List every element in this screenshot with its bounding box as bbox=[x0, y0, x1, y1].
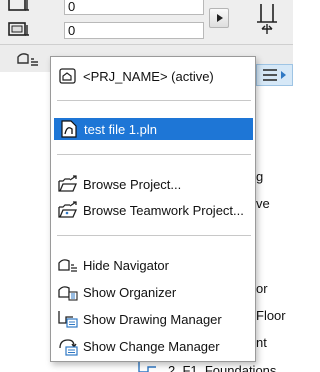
tree-item-fragment: or bbox=[256, 281, 268, 296]
menu-item-label: Show Drawing Manager bbox=[83, 311, 222, 327]
tree-item-fragment: Floor bbox=[256, 308, 286, 323]
menu-item-label: Browse Teamwork Project... bbox=[83, 202, 244, 218]
menu-item-label: Show Change Manager bbox=[83, 338, 220, 354]
menu-item-show-organizer[interactable]: Show Organizer bbox=[53, 281, 253, 303]
menu-item-label: test file 1.pln bbox=[84, 121, 157, 137]
organizer-icon bbox=[58, 286, 78, 301]
menu-item-hide-navigator[interactable]: Hide Navigator bbox=[53, 254, 253, 276]
play-arrow-icon bbox=[217, 14, 223, 22]
tree-item-story: 2. F1. Foundations bbox=[168, 363, 277, 372]
tree-item-fragment: nt bbox=[256, 335, 267, 350]
open-teamwork-folder-icon bbox=[58, 201, 77, 218]
menu-item-label: Browse Project... bbox=[83, 176, 182, 192]
drawing-manager-icon bbox=[58, 311, 78, 328]
menu-item-browse-project[interactable]: Browse Project... bbox=[53, 173, 253, 195]
expand-button[interactable] bbox=[209, 8, 229, 28]
tree-item-fragment: ve bbox=[256, 196, 270, 211]
menu-separator bbox=[57, 100, 251, 101]
menu-item-test-file[interactable]: test file 1.pln bbox=[54, 118, 253, 140]
menu-separator bbox=[57, 235, 251, 236]
menu-item-browse-teamwork[interactable]: Browse Teamwork Project... bbox=[53, 199, 253, 221]
menu-separator bbox=[57, 154, 251, 155]
plan-file-icon bbox=[61, 120, 77, 138]
menu-item-label: Show Organizer bbox=[83, 284, 177, 300]
view-options-button[interactable] bbox=[256, 64, 293, 86]
tree-item-fragment: g bbox=[256, 169, 264, 184]
layer-icon bbox=[8, 0, 29, 11]
project-popup-menu: <PRJ_NAME> (active) test file 1.pln Brow… bbox=[50, 56, 256, 362]
menu-item-show-change-manager[interactable]: Show Change Manager bbox=[53, 335, 253, 357]
elevation-icon bbox=[8, 22, 29, 36]
toolbar: 0 0 bbox=[0, 0, 293, 45]
navigator-icon bbox=[58, 259, 77, 272]
list-menu-icon bbox=[263, 69, 286, 81]
offset-bottom-field[interactable]: 0 bbox=[64, 22, 204, 39]
navigator-toggle-icon[interactable] bbox=[14, 49, 44, 69]
menu-item-label: <PRJ_NAME> (active) bbox=[83, 68, 214, 84]
application-window: 0 0 g ve or Floor nt 2. F1. Foundations bbox=[0, 0, 293, 372]
project-house-icon bbox=[59, 68, 76, 84]
change-manager-icon bbox=[59, 339, 78, 356]
menu-item-show-drawing-manager[interactable]: Show Drawing Manager bbox=[53, 308, 253, 330]
menu-item-label: Hide Navigator bbox=[83, 257, 169, 273]
offset-top-field[interactable]: 0 bbox=[64, 0, 204, 15]
open-folder-icon bbox=[58, 175, 77, 192]
anchor-tool-icon[interactable] bbox=[252, 2, 282, 36]
menu-item-project[interactable]: <PRJ_NAME> (active) bbox=[53, 65, 253, 87]
